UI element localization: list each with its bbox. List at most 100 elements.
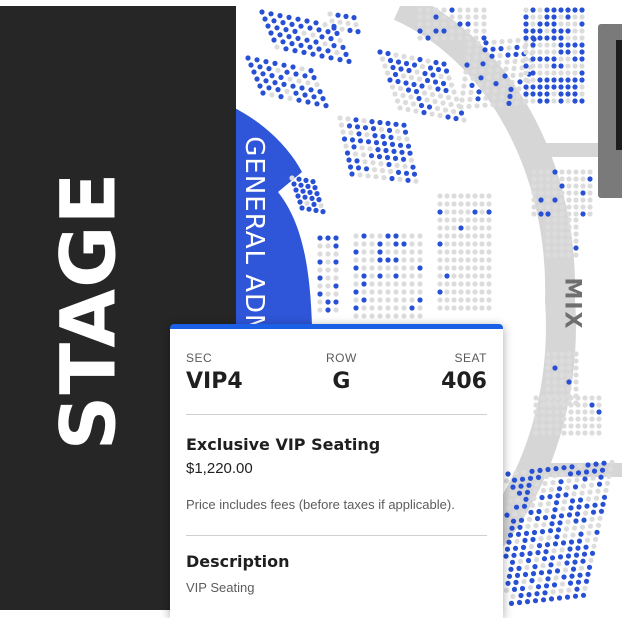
available-seat[interactable] xyxy=(523,84,529,90)
available-seat[interactable] xyxy=(464,62,470,68)
unavailable-seat[interactable] xyxy=(367,146,373,152)
available-seat[interactable] xyxy=(328,55,334,61)
unavailable-seat[interactable] xyxy=(577,463,583,469)
available-seat[interactable] xyxy=(353,289,359,295)
unavailable-seat[interactable] xyxy=(552,183,558,189)
available-seat[interactable] xyxy=(489,53,495,59)
unavailable-seat[interactable] xyxy=(461,117,467,123)
unavailable-seat[interactable] xyxy=(540,402,546,408)
unavailable-seat[interactable] xyxy=(479,68,485,74)
unavailable-seat[interactable] xyxy=(580,483,587,489)
available-seat[interactable] xyxy=(582,476,588,482)
unavailable-seat[interactable] xyxy=(558,588,564,594)
available-seat[interactable] xyxy=(388,134,394,140)
available-seat[interactable] xyxy=(551,582,558,588)
available-seat[interactable] xyxy=(551,56,557,62)
unavailable-seat[interactable] xyxy=(472,225,478,231)
unavailable-seat[interactable] xyxy=(547,409,553,415)
unavailable-seat[interactable] xyxy=(451,241,457,247)
available-seat[interactable] xyxy=(405,177,411,183)
available-seat[interactable] xyxy=(556,486,563,492)
unavailable-seat[interactable] xyxy=(545,379,551,385)
unavailable-seat[interactable] xyxy=(465,193,471,199)
available-seat[interactable] xyxy=(576,504,582,510)
unavailable-seat[interactable] xyxy=(479,225,485,231)
available-seat[interactable] xyxy=(572,42,578,48)
unavailable-seat[interactable] xyxy=(377,233,383,239)
unavailable-seat[interactable] xyxy=(472,201,478,207)
unavailable-seat[interactable] xyxy=(572,49,578,55)
unavailable-seat[interactable] xyxy=(437,201,443,207)
available-seat[interactable] xyxy=(577,497,584,503)
available-seat[interactable] xyxy=(580,592,587,598)
unavailable-seat[interactable] xyxy=(481,7,487,13)
available-seat[interactable] xyxy=(400,156,407,162)
unavailable-seat[interactable] xyxy=(559,379,565,385)
unavailable-seat[interactable] xyxy=(503,66,509,72)
available-seat[interactable] xyxy=(523,63,529,69)
unavailable-seat[interactable] xyxy=(417,289,423,295)
unavailable-seat[interactable] xyxy=(552,386,558,392)
unavailable-seat[interactable] xyxy=(479,193,485,199)
unavailable-seat[interactable] xyxy=(552,176,558,182)
unavailable-seat[interactable] xyxy=(530,98,536,104)
available-seat[interactable] xyxy=(594,529,600,535)
available-seat[interactable] xyxy=(592,502,598,508)
available-seat[interactable] xyxy=(302,194,308,200)
unavailable-seat[interactable] xyxy=(322,22,328,28)
available-seat[interactable] xyxy=(433,28,439,34)
unavailable-seat[interactable] xyxy=(337,19,343,25)
unavailable-seat[interactable] xyxy=(559,472,566,478)
available-seat[interactable] xyxy=(347,27,353,33)
available-seat[interactable] xyxy=(558,42,564,48)
unavailable-seat[interactable] xyxy=(352,151,359,157)
unavailable-seat[interactable] xyxy=(486,289,492,295)
available-seat[interactable] xyxy=(311,94,317,100)
available-seat[interactable] xyxy=(298,42,304,49)
unavailable-seat[interactable] xyxy=(506,45,512,51)
unavailable-seat[interactable] xyxy=(289,175,295,181)
available-seat[interactable] xyxy=(551,63,557,69)
unavailable-seat[interactable] xyxy=(385,241,391,247)
available-seat[interactable] xyxy=(523,530,530,537)
unavailable-seat[interactable] xyxy=(445,94,452,101)
unavailable-seat[interactable] xyxy=(515,37,521,44)
available-seat[interactable] xyxy=(530,70,536,76)
available-seat[interactable] xyxy=(305,183,311,189)
unavailable-seat[interactable] xyxy=(401,313,407,319)
available-seat[interactable] xyxy=(319,53,325,59)
available-seat[interactable] xyxy=(381,140,388,147)
available-seat[interactable] xyxy=(335,12,341,18)
available-seat[interactable] xyxy=(353,265,359,271)
available-seat[interactable] xyxy=(292,28,298,34)
available-seat[interactable] xyxy=(333,259,339,265)
available-seat[interactable] xyxy=(504,512,510,518)
available-seat[interactable] xyxy=(544,98,550,104)
unavailable-seat[interactable] xyxy=(475,40,481,47)
unavailable-seat[interactable] xyxy=(274,44,280,50)
unavailable-seat[interactable] xyxy=(317,251,323,257)
available-seat[interactable] xyxy=(567,471,574,477)
available-seat[interactable] xyxy=(482,47,488,53)
unavailable-seat[interactable] xyxy=(559,252,565,258)
unavailable-seat[interactable] xyxy=(532,488,539,494)
available-seat[interactable] xyxy=(391,148,397,154)
unavailable-seat[interactable] xyxy=(477,82,483,88)
available-seat[interactable] xyxy=(565,28,571,34)
unavailable-seat[interactable] xyxy=(521,578,527,585)
unavailable-seat[interactable] xyxy=(513,470,519,476)
unavailable-seat[interactable] xyxy=(552,204,558,210)
available-seat[interactable] xyxy=(300,188,306,194)
available-seat[interactable] xyxy=(530,84,536,90)
available-seat[interactable] xyxy=(289,21,295,27)
available-seat[interactable] xyxy=(343,51,349,58)
unavailable-seat[interactable] xyxy=(534,481,540,487)
available-seat[interactable] xyxy=(509,559,516,565)
available-seat[interactable] xyxy=(293,90,299,96)
unavailable-seat[interactable] xyxy=(582,423,588,429)
unavailable-seat[interactable] xyxy=(592,536,599,542)
unavailable-seat[interactable] xyxy=(559,169,565,175)
available-seat[interactable] xyxy=(299,85,305,91)
unavailable-seat[interactable] xyxy=(457,35,463,41)
available-seat[interactable] xyxy=(363,166,370,172)
